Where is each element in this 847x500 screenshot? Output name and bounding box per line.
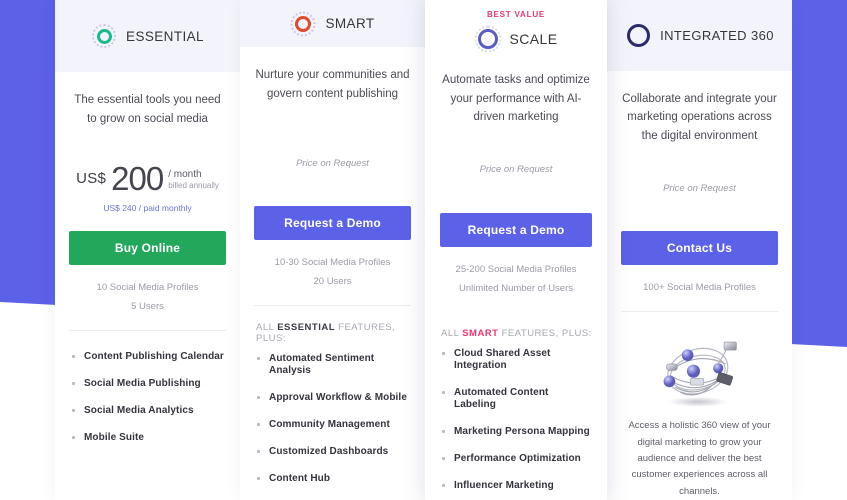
features-heading-post: FEATURES, PLUS: (498, 327, 592, 339)
pricing-card-integrated360[interactable]: INTEGRATED 360 Collaborate and integrate… (607, 0, 792, 500)
card-header-integrated360: INTEGRATED 360 (607, 0, 792, 71)
feature-item[interactable]: Performance Optimization (441, 453, 593, 465)
pricing-card-essential[interactable]: ESSENTIAL The essential tools you need t… (55, 0, 240, 500)
plan-tagline: The essential tools you need to grow on … (74, 94, 221, 125)
cta-contact-us[interactable]: Contact Us (621, 231, 778, 266)
feature-item[interactable]: Social Media Analytics (71, 405, 226, 417)
plan-name: ESSENTIAL (126, 28, 204, 44)
plan-meta-smart: 10-30 Social Media Profiles 20 Users (275, 253, 391, 291)
meta-line: 5 Users (131, 301, 164, 312)
price-on-request: Price on Request (296, 157, 369, 169)
plan-tagline: Automate tasks and optimize your perform… (442, 74, 590, 124)
feature-item[interactable]: Automated Content Labeling (441, 387, 593, 411)
features-heading-pre: ALL (256, 322, 278, 333)
feature-item[interactable]: Social Media Publishing (71, 378, 226, 390)
card-header-essential: ESSENTIAL (55, 0, 240, 72)
meta-line: 20 Users (313, 276, 352, 288)
price-block: US$ 200 / month billed annually US$ 240 … (69, 145, 226, 231)
meta-line: 10-30 Social Media Profiles (274, 257, 391, 269)
cta-request-demo-scale[interactable]: Request a Demo (440, 212, 592, 247)
pricing-card-scale[interactable]: BEST VALUE SCALE Automate tasks and opti… (425, 0, 607, 500)
meta-line: 100+ Social Media Profiles (643, 282, 756, 294)
plan-tagline: Nurture your communities and govern cont… (255, 69, 410, 100)
price-currency: US$ (76, 170, 107, 188)
feature-item[interactable]: Approval Workflow & Mobile (256, 392, 411, 404)
meta-line: Unlimited Number of Users (458, 282, 574, 294)
card-header-smart: SMART (240, 0, 425, 48)
divider (69, 330, 226, 331)
price-on-request: Price on Request (479, 164, 553, 176)
features-heading: ALL ESSENTIAL FEATURES, PLUS: (256, 322, 411, 344)
pricing-page: ESSENTIAL The essential tools you need t… (0, 0, 847, 500)
ring-icon-smart (290, 11, 316, 37)
price-amount: 200 (111, 159, 164, 197)
feature-item[interactable]: Customized Dashboards (256, 446, 411, 458)
ring-icon-integrated (625, 22, 651, 48)
features-heading-highlight: ESSENTIAL (277, 322, 336, 333)
meta-line: 25-200 Social Media Profiles (455, 263, 577, 275)
price-block: Price on Request (254, 120, 411, 206)
price-on-request: Price on Request (663, 182, 736, 194)
card-body-smart: Nurture your communities and govern cont… (240, 47, 425, 291)
plan-meta-essential: 10 Social Media Profiles 5 Users (97, 278, 199, 316)
pricing-cards-row: ESSENTIAL The essential tools you need t… (55, 0, 792, 500)
feature-item[interactable]: Content Publishing Calendar (71, 351, 226, 363)
card-body-essential: The essential tools you need to grow on … (55, 72, 240, 316)
feature-item[interactable]: Content Hub (256, 473, 411, 485)
plan-name: SCALE (509, 31, 558, 47)
orbital-globe-illustration (663, 342, 737, 408)
ring-icon-essential (91, 23, 117, 49)
feature-item[interactable]: Influencer Marketing (441, 480, 593, 492)
card-header-scale: BEST VALUE SCALE (425, 0, 607, 53)
plan-tagline: Collaborate and integrate your marketing… (622, 92, 777, 142)
feature-item[interactable]: Mobile Suite (71, 432, 226, 444)
cta-request-demo-smart[interactable]: Request a Demo (254, 206, 411, 241)
best-value-badge: BEST VALUE (486, 10, 546, 19)
features-scale: ALL SMART FEATURES, PLUS: Cloud Shared A… (425, 312, 607, 500)
card-body-scale: Automate tasks and optimize your perform… (425, 52, 607, 298)
price-billing-note: billed annually (168, 181, 219, 191)
features-heading-pre: ALL (441, 327, 463, 339)
feature-item[interactable]: Cloud Shared Asset Integration (441, 348, 593, 372)
features-essential: Content Publishing Calendar Social Media… (55, 351, 240, 459)
alt-price-link[interactable]: US$ 240 / paid monthly (103, 203, 191, 213)
feature-item[interactable]: Marketing Persona Mapping (441, 426, 593, 438)
feature-item[interactable]: Community Management (256, 419, 411, 431)
features-smart: ALL ESSENTIAL FEATURES, PLUS: Automated … (240, 306, 425, 500)
pricing-card-smart[interactable]: SMART Nurture your communities and gover… (240, 0, 425, 500)
card-body-integrated360: Collaborate and integrate your marketing… (607, 71, 792, 298)
features-heading: ALL SMART FEATURES, PLUS: (441, 328, 593, 339)
illustration-caption: Access a holistic 360 view of your digit… (628, 420, 771, 497)
cta-buy-online[interactable]: Buy Online (69, 231, 226, 265)
plan-meta-scale: 25-200 Social Media Profiles Unlimited N… (456, 260, 577, 298)
plan-name: INTEGRATED 360 (660, 27, 774, 43)
plan-meta-integrated360: 100+ Social Media Profiles (643, 278, 756, 297)
plan-name: SMART (325, 16, 375, 32)
ring-icon-scale (474, 25, 502, 53)
feature-item[interactable]: Automated Sentiment Analysis (256, 353, 411, 377)
price-block: Price on Request (621, 145, 778, 231)
meta-line: 10 Social Media Profiles (96, 282, 199, 293)
features-heading-highlight: SMART (462, 327, 499, 339)
price-period: / month (168, 168, 202, 180)
integrated360-illustration-block: Access a holistic 360 view of your digit… (607, 312, 792, 500)
price-block: Price on Request (439, 127, 593, 213)
